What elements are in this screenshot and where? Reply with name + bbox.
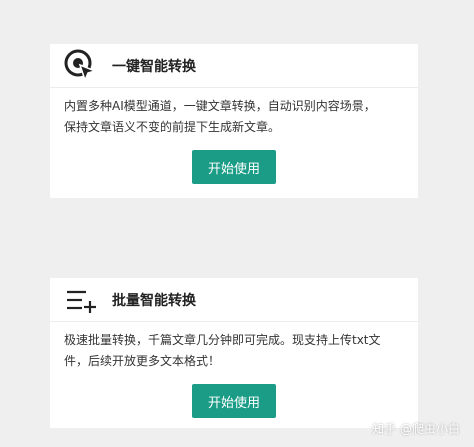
- description-line: 件，后续开放更多文本格式！: [64, 354, 221, 368]
- description-line: 内置多种AI模型通道，一键文章转换，自动识别内容场景，: [64, 99, 376, 113]
- description-line: 保持文章语义不变的前提下生成新文章。: [64, 120, 281, 134]
- watermark: 知乎 @爬虫小白: [372, 422, 460, 436]
- single-convert-card: 一键智能转换 内置多种AI模型通道，一键文章转换，自动识别内容场景， 保持文章语…: [50, 44, 418, 198]
- start-button[interactable]: 开始使用: [192, 150, 276, 184]
- card-description: 极速批量转换，千篇文章几分钟即可完成。现支持上传txt文 件，后续开放更多文本格…: [50, 322, 418, 372]
- batch-convert-card: 批量智能转换 极速批量转换，千篇文章几分钟即可完成。现支持上传txt文 件，后续…: [50, 278, 418, 428]
- cursor-target-icon: [64, 49, 98, 83]
- card-header: 一键智能转换: [50, 44, 418, 88]
- card-title: 一键智能转换: [112, 58, 196, 75]
- card-title: 批量智能转换: [112, 292, 196, 309]
- list-add-icon: [64, 283, 98, 317]
- start-button[interactable]: 开始使用: [192, 384, 276, 418]
- description-line: 极速批量转换，千篇文章几分钟即可完成。现支持上传txt文: [64, 333, 381, 347]
- card-header: 批量智能转换: [50, 278, 418, 322]
- card-description: 内置多种AI模型通道，一键文章转换，自动识别内容场景， 保持文章语义不变的前提下…: [50, 88, 418, 138]
